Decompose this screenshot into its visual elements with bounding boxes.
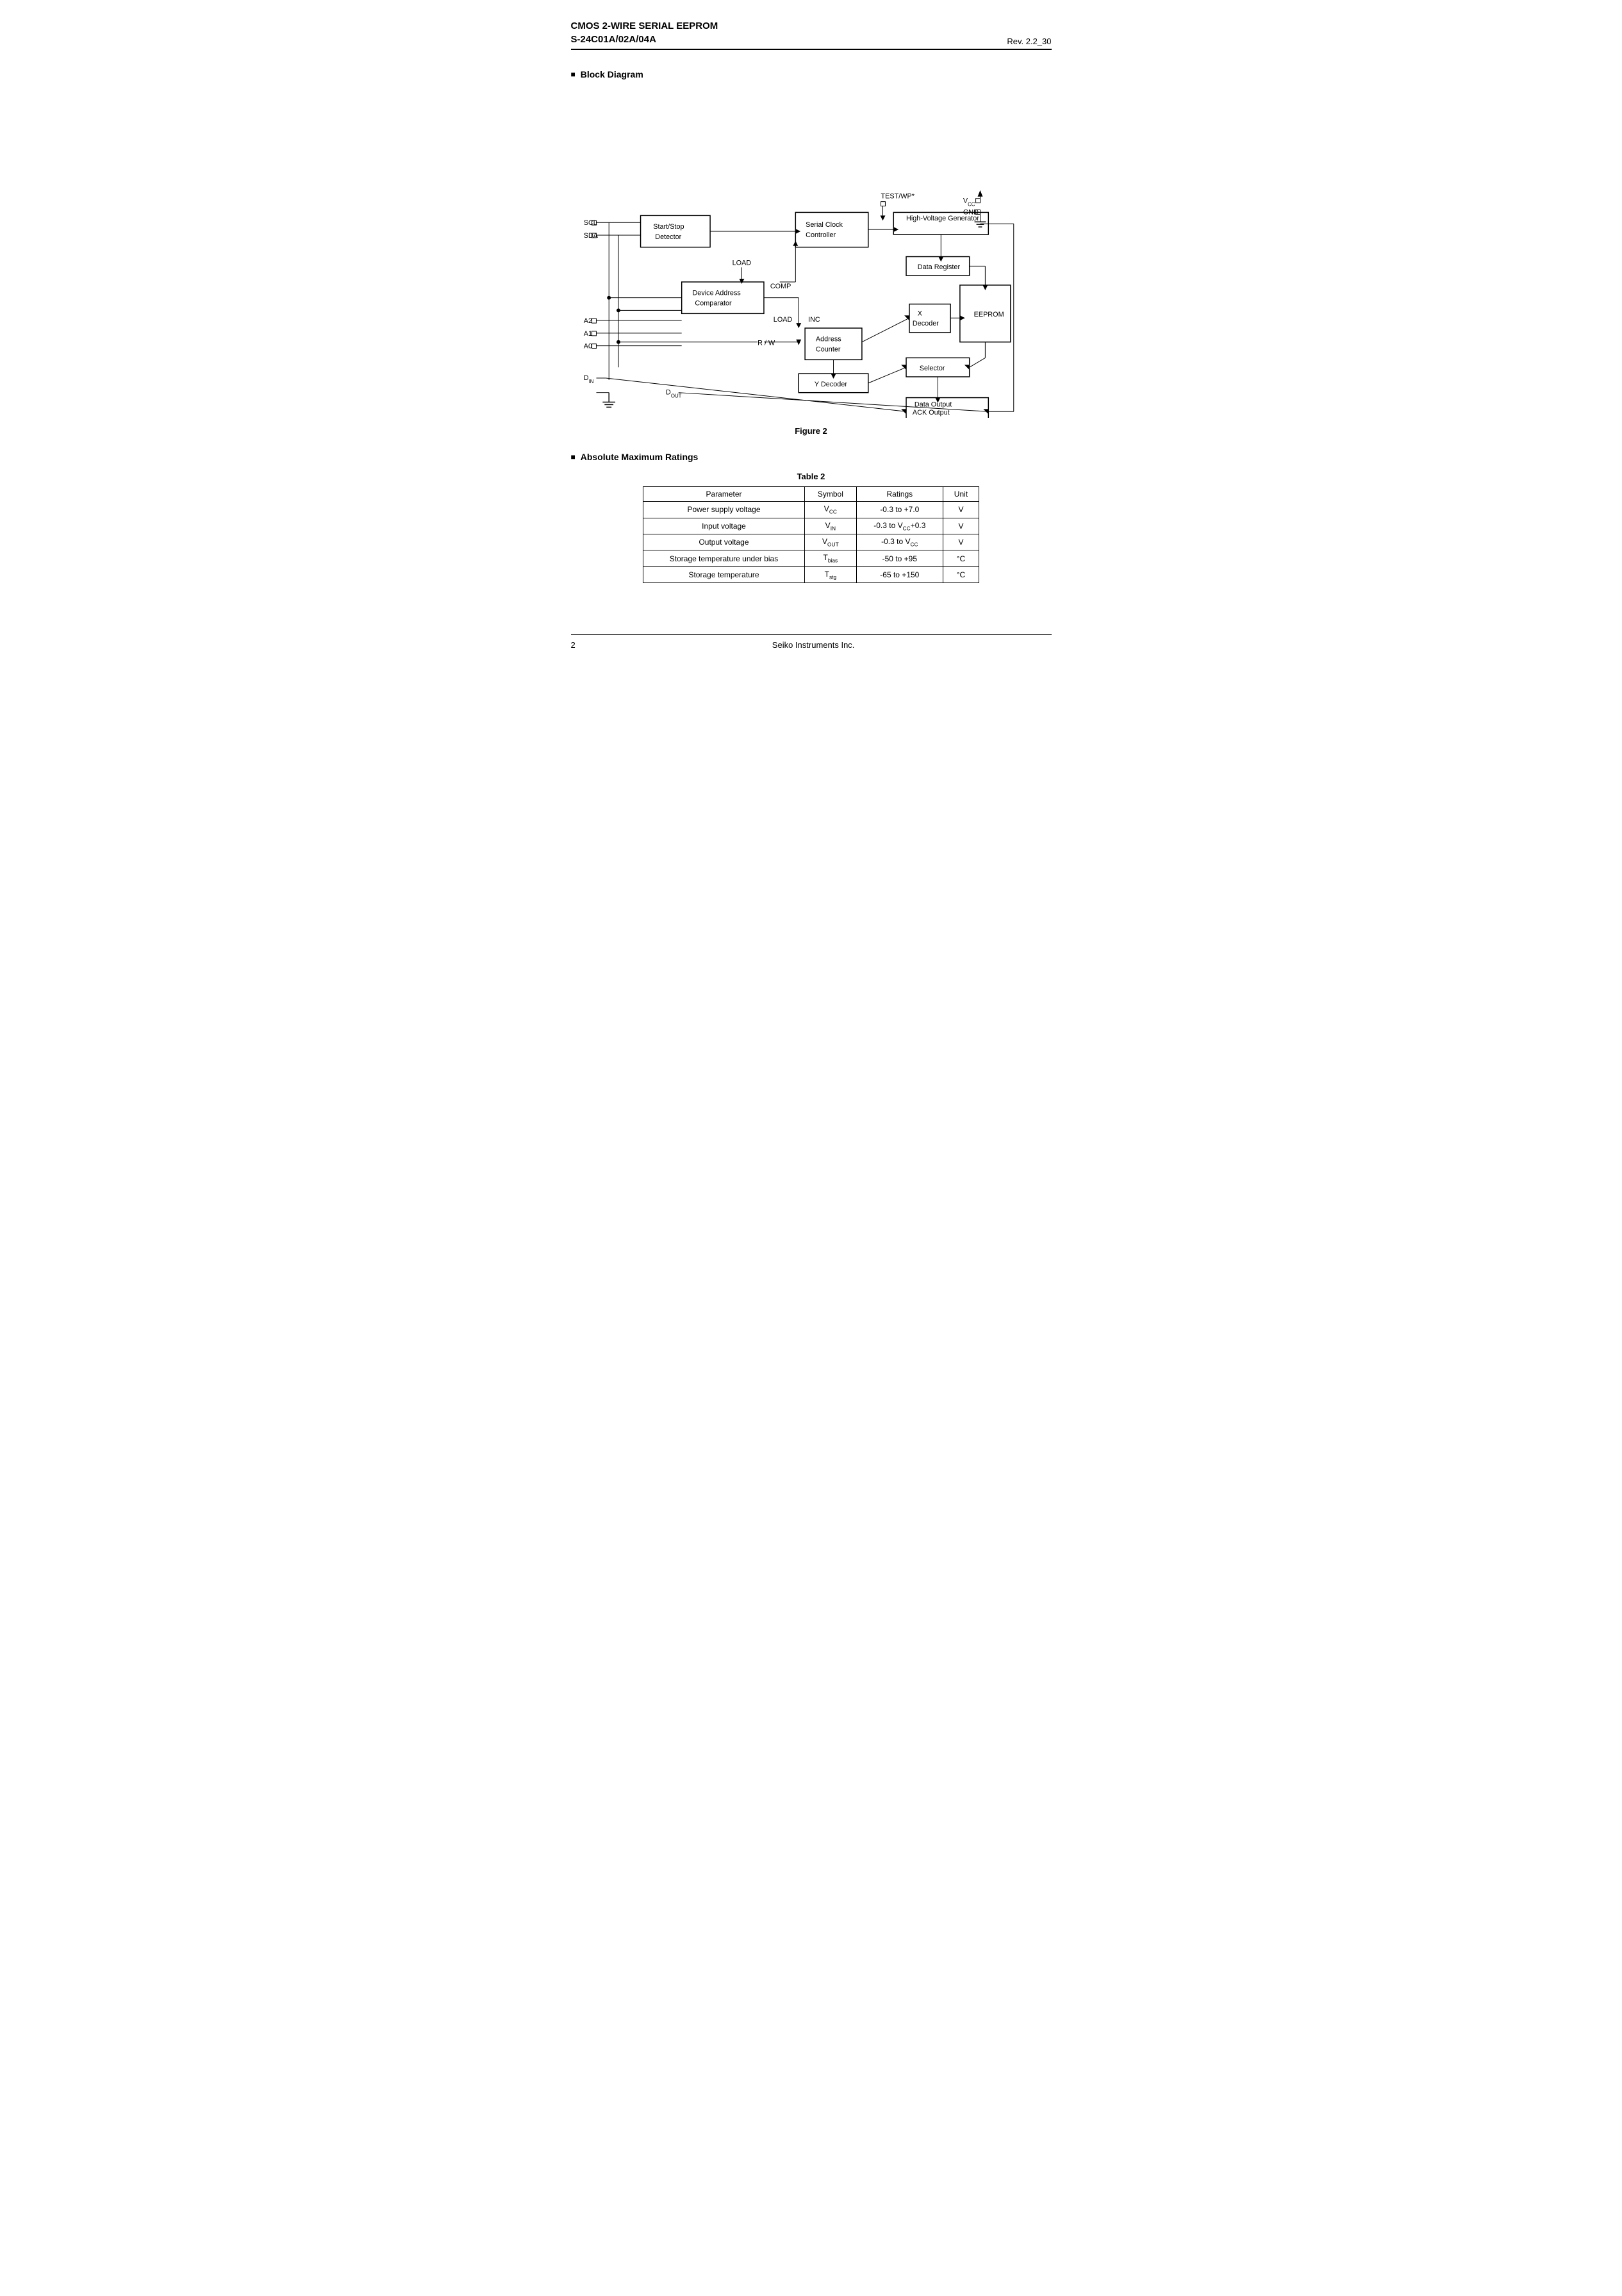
svg-text:A0: A0 (583, 343, 592, 351)
cell-parameter: Output voltage (643, 534, 805, 550)
svg-text:A1: A1 (583, 330, 592, 338)
table-row: Input voltage VIN -0.3 to VCC+0.3 V (643, 518, 979, 534)
cell-parameter: Storage temperature under bias (643, 550, 805, 566)
table-row: Storage temperature Tstg -65 to +150 °C (643, 566, 979, 582)
svg-text:Start/Stop: Start/Stop (653, 223, 684, 231)
svg-text:LOAD: LOAD (732, 259, 751, 267)
cell-symbol: Tbias (805, 550, 857, 566)
revision: Rev. 2.2_30 (1007, 37, 1051, 46)
svg-text:COMP: COMP (770, 283, 791, 290)
svg-text:A2: A2 (583, 317, 592, 325)
table-header-row: Parameter Symbol Ratings Unit (643, 487, 979, 502)
cell-symbol: VIN (805, 518, 857, 534)
svg-text:Device Address: Device Address (692, 290, 741, 297)
cell-ratings: -0.3 to +7.0 (856, 502, 943, 518)
block-diagram-title: Block Diagram (571, 69, 1052, 79)
svg-text:X: X (917, 310, 922, 317)
col-symbol: Symbol (805, 487, 857, 502)
cell-ratings: -0.3 to VCC (856, 534, 943, 550)
cell-ratings: -50 to +95 (856, 550, 943, 566)
svg-text:VCC: VCC (963, 197, 975, 208)
company-name: Seiko Instruments Inc. (772, 640, 855, 650)
col-parameter: Parameter (643, 487, 805, 502)
page-header: CMOS 2-WIRE SERIAL EEPROM S-24C01A/02A/0… (571, 19, 1052, 50)
svg-text:TEST/WP*: TEST/WP* (881, 193, 914, 201)
table-row: Storage temperature under bias Tbias -50… (643, 550, 979, 566)
cell-symbol: VCC (805, 502, 857, 518)
svg-text:EEPROM: EEPROM (973, 311, 1004, 318)
table-row: Power supply voltage VCC -0.3 to +7.0 V (643, 502, 979, 518)
svg-text:Decoder: Decoder (912, 320, 938, 327)
ratings-title: Absolute Maximum Ratings (571, 452, 1052, 462)
col-unit: Unit (943, 487, 979, 502)
svg-text:Y Decoder: Y Decoder (814, 381, 847, 388)
col-ratings: Ratings (856, 487, 943, 502)
svg-text:Data Register: Data Register (917, 263, 960, 271)
svg-text:Detector: Detector (655, 233, 681, 241)
svg-text:Serial Clock: Serial Clock (806, 221, 843, 229)
cell-unit: V (943, 502, 979, 518)
svg-text:LOAD: LOAD (773, 316, 792, 324)
svg-text:Controller: Controller (806, 231, 836, 239)
cell-unit: V (943, 534, 979, 550)
svg-text:DIN: DIN (583, 374, 593, 384)
svg-text:Selector: Selector (919, 365, 945, 372)
svg-text:R / W: R / W (757, 340, 775, 347)
svg-text:Counter: Counter (815, 346, 840, 354)
cell-parameter: Storage temperature (643, 566, 805, 582)
cell-ratings: -65 to +150 (856, 566, 943, 582)
figure-caption: Figure 2 (571, 426, 1052, 436)
svg-text:INC: INC (808, 316, 820, 324)
svg-text:Address: Address (815, 336, 841, 343)
svg-text:ACK Output: ACK Output (912, 409, 949, 417)
page-footer: 2 Seiko Instruments Inc. (571, 634, 1052, 650)
document-title: CMOS 2-WIRE SERIAL EEPROM S-24C01A/02A/0… (571, 19, 718, 46)
cell-parameter: Input voltage (643, 518, 805, 534)
svg-text:DOUT: DOUT (666, 389, 682, 399)
svg-text:Controller: Controller (916, 417, 947, 418)
cell-unit: °C (943, 550, 979, 566)
cell-unit: V (943, 518, 979, 534)
table-title: Table 2 (571, 472, 1052, 481)
block-diagram: SCL SDA A2 A1 A0 DIN DOUT Start/Stop Det… (571, 89, 1052, 420)
table-row: Output voltage VOUT -0.3 to VCC V (643, 534, 979, 550)
cell-parameter: Power supply voltage (643, 502, 805, 518)
cell-symbol: Tstg (805, 566, 857, 582)
page-number: 2 (571, 640, 575, 650)
cell-ratings: -0.3 to VCC+0.3 (856, 518, 943, 534)
cell-unit: °C (943, 566, 979, 582)
ratings-table: Parameter Symbol Ratings Unit Power supp… (643, 486, 979, 583)
cell-symbol: VOUT (805, 534, 857, 550)
svg-text:Comparator: Comparator (695, 299, 732, 307)
